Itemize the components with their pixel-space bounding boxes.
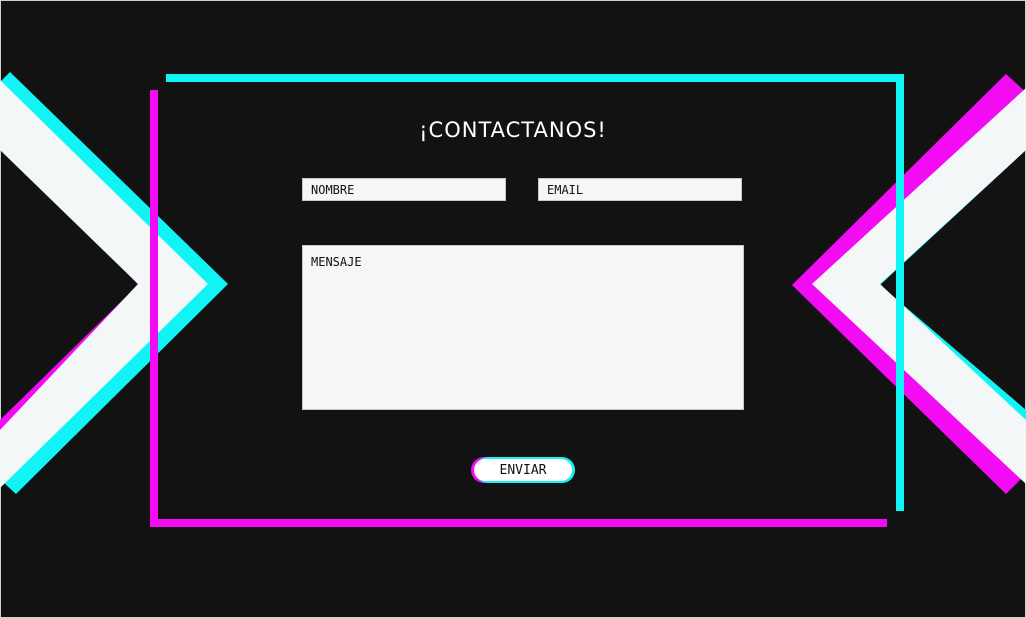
frame-top-line (166, 74, 904, 82)
send-button[interactable]: ENVIAR (474, 459, 572, 481)
name-field[interactable] (302, 178, 506, 201)
message-field[interactable] (302, 245, 744, 410)
email-field[interactable] (538, 178, 742, 201)
send-button-container: ENVIAR (471, 457, 575, 483)
frame-bottom-line (150, 519, 887, 527)
page-title: ¡CONTACTANOS! (419, 118, 607, 142)
frame-left-line (150, 90, 158, 526)
